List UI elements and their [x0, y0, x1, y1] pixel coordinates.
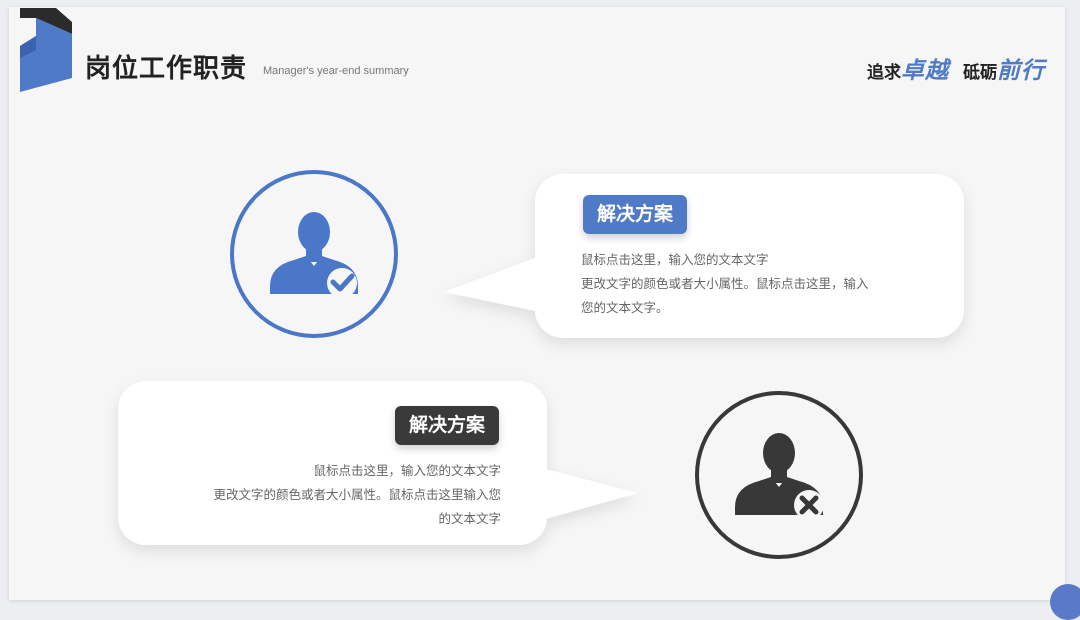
card-text-bottom: 鼠标点击这里，输入您的文本文字 更改文字的颜色或者大小属性。鼠标点击这里输入您 … [213, 459, 501, 531]
solution-tag-top: 解决方案 [583, 195, 688, 234]
corner-dot [1050, 584, 1080, 620]
user-check-icon [270, 212, 358, 298]
card-line: 更改文字的颜色或者大小属性。鼠标点击这里，输入 [581, 276, 869, 291]
avatar-circle-approved [230, 170, 398, 338]
card-line: 您的文本文字。 [581, 300, 669, 315]
card-line: 的文本文字 [438, 511, 501, 526]
card-line: 鼠标点击这里，输入您的文本文字 [581, 252, 769, 267]
card-line: 鼠标点击这里，输入您的文本文字 [313, 463, 501, 478]
avatar-circle-rejected [695, 391, 863, 559]
card-line: 更改文字的颜色或者大小属性。鼠标点击这里输入您 [213, 487, 501, 502]
solution-tag-bottom: 解决方案 [395, 406, 500, 445]
card-text-top: 鼠标点击这里，输入您的文本文字 更改文字的颜色或者大小属性。鼠标点击这里，输入 … [581, 248, 869, 320]
user-cross-icon [735, 433, 824, 520]
speech-bubbles [118, 174, 964, 545]
